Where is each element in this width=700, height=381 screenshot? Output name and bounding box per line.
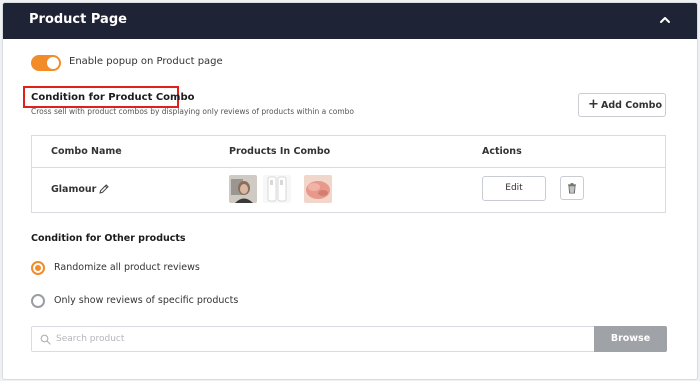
search-icon xyxy=(40,334,51,345)
combo-section-subtitle: Cross sell with product combos by displa… xyxy=(31,107,354,116)
product-thumbnail-2 xyxy=(263,175,291,203)
delete-button[interactable] xyxy=(560,176,584,200)
table-divider xyxy=(32,167,665,168)
panel-header[interactable]: Product Page xyxy=(3,3,697,39)
enable-popup-label: Enable popup on Product page xyxy=(69,56,223,67)
chevron-up-icon[interactable] xyxy=(657,12,673,28)
enable-popup-toggle[interactable] xyxy=(31,55,61,71)
combo-name-cell: Glamour xyxy=(51,184,97,195)
search-product-input[interactable] xyxy=(56,331,586,347)
combo-section-title: Condition for Product Combo xyxy=(31,92,195,103)
radio-randomize-label: Randomize all product reviews xyxy=(54,262,200,273)
other-products-title: Condition for Other products xyxy=(31,233,186,244)
column-header-combo-name: Combo Name xyxy=(51,146,122,157)
radio-randomize[interactable] xyxy=(31,261,45,275)
edit-button[interactable]: Edit xyxy=(482,176,546,201)
radio-specific-products-label: Only show reviews of specific products xyxy=(54,295,239,306)
combo-table: Combo Name Products In Combo Actions Gla… xyxy=(31,135,666,213)
add-combo-button[interactable]: + Add Combo xyxy=(578,93,666,117)
plus-icon: + xyxy=(588,97,599,112)
product-search-bar: Browse xyxy=(31,326,667,352)
panel-title: Product Page xyxy=(29,12,127,27)
product-thumbnail-1 xyxy=(229,175,257,203)
trash-icon xyxy=(568,183,576,194)
pencil-icon[interactable] xyxy=(98,183,110,195)
product-page-panel: Product Page Enable popup on Product pag… xyxy=(2,2,698,380)
product-thumbnail-3 xyxy=(304,175,332,203)
add-combo-label: Add Combo xyxy=(601,100,662,111)
browse-button[interactable]: Browse xyxy=(594,326,667,352)
toggle-knob xyxy=(47,57,59,69)
column-header-products: Products In Combo xyxy=(229,146,331,157)
radio-specific-products[interactable] xyxy=(31,294,45,308)
column-header-actions: Actions xyxy=(482,146,522,157)
